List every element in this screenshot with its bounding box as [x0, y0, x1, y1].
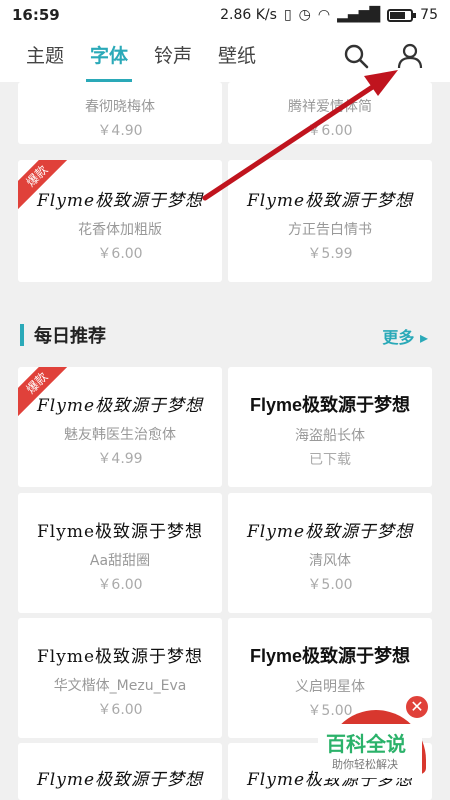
ad-subtitle: 助你轻松解决	[332, 758, 398, 771]
font-card[interactable]: Flyme极致源于梦想	[18, 743, 222, 800]
font-name: 清风体	[309, 553, 351, 569]
font-card[interactable]: 腾祥爱情体简 ￥6.00	[228, 82, 432, 144]
tab-wallpapers[interactable]: 壁纸	[218, 30, 256, 82]
font-card[interactable]: 爆款 Flyme极致源于梦想 魅友韩医生治愈体 ￥4.99	[18, 367, 222, 487]
font-name: 魅友韩医生治愈体	[64, 427, 176, 443]
font-name: 春彻晓梅体	[85, 99, 155, 115]
daily-recommend-section: 每日推荐 更多 ▸	[0, 306, 450, 364]
more-link[interactable]: 更多 ▸	[382, 324, 428, 348]
font-card[interactable]: Flyme极致源于梦想 华文楷体_Mezu_Eva ￥6.00	[18, 618, 222, 738]
font-preview: Flyme极致源于梦想	[246, 191, 414, 211]
signal-icon: ▂▄▆█	[337, 7, 381, 23]
chevron-right-icon: ▸	[419, 328, 428, 347]
font-price: ￥6.00	[97, 246, 143, 262]
status-time: 16:59	[12, 6, 60, 24]
font-card[interactable]: 春彻晓梅体 ￥4.90	[18, 82, 222, 144]
font-preview: Flyme极致源于梦想	[36, 522, 204, 542]
font-price: ￥5.99	[307, 246, 353, 262]
alarm-icon: ◷	[298, 7, 311, 23]
top-tab-bar: 主题 字体 铃声 壁纸	[0, 30, 450, 82]
battery-level: 75	[420, 7, 438, 23]
tab-theme[interactable]: 主题	[26, 30, 64, 82]
font-price: ￥4.99	[97, 451, 143, 467]
status-bar: 16:59 2.86 K/s ▯ ◷ ◠ ▂▄▆█ 75	[0, 0, 450, 30]
font-name: Aa甜甜圈	[89, 553, 151, 569]
download-status: 已下载	[309, 452, 351, 468]
close-icon[interactable]: ✕	[404, 694, 430, 720]
font-name: 华文楷体_Mezu_Eva	[53, 678, 187, 694]
font-name: 海盗船长体	[295, 428, 365, 444]
section-accent-bar	[20, 324, 24, 346]
font-preview: Flyme极致源于梦想	[36, 191, 204, 211]
font-price: ￥4.90	[97, 123, 143, 139]
font-name: 腾祥爱情体简	[288, 99, 372, 115]
font-preview: Flyme极致源于梦想	[249, 646, 411, 666]
font-preview: Flyme极致源于梦想	[36, 396, 204, 416]
tab-ringtones[interactable]: 铃声	[154, 30, 192, 82]
status-icons: 2.86 K/s ▯ ◷ ◠ ▂▄▆█ 75	[220, 7, 438, 23]
vibrate-icon: ▯	[283, 7, 292, 23]
font-card[interactable]: 爆款 Flyme极致源于梦想 花香体加粗版 ￥6.00	[18, 160, 222, 282]
font-name: 义启明星体	[295, 679, 365, 695]
battery-icon	[387, 8, 417, 22]
font-preview: Flyme极致源于梦想	[249, 395, 411, 415]
font-name: 花香体加粗版	[78, 222, 162, 238]
font-preview: Flyme极致源于梦想	[246, 522, 414, 542]
floating-ad[interactable]: 百科全说 助你轻松解决 ✕	[318, 694, 436, 778]
font-price: ￥5.00	[307, 577, 353, 593]
user-profile-icon[interactable]	[396, 42, 424, 70]
font-card[interactable]: Flyme极致源于梦想 方正告白情书 ￥5.99	[228, 160, 432, 282]
font-card[interactable]: Flyme极致源于梦想 海盗船长体 已下载	[228, 367, 432, 487]
network-speed: 2.86 K/s	[220, 7, 277, 23]
wifi-icon: ◠	[317, 7, 331, 23]
section-title: 每日推荐	[34, 326, 106, 347]
font-price: ￥6.00	[97, 702, 143, 718]
more-label: 更多	[382, 328, 415, 347]
font-preview: Flyme极致源于梦想	[36, 770, 204, 790]
tab-fonts[interactable]: 字体	[86, 30, 133, 82]
font-price: ￥6.00	[97, 577, 143, 593]
font-card[interactable]: Flyme极致源于梦想 清风体 ￥5.00	[228, 493, 432, 613]
search-icon[interactable]	[342, 42, 370, 70]
font-preview: Flyme极致源于梦想	[36, 647, 204, 667]
font-name: 方正告白情书	[288, 222, 372, 238]
font-card[interactable]: Flyme极致源于梦想 Aa甜甜圈 ￥6.00	[18, 493, 222, 613]
ad-brand: 百科全说	[326, 732, 406, 756]
font-price: ￥6.00	[307, 123, 353, 139]
